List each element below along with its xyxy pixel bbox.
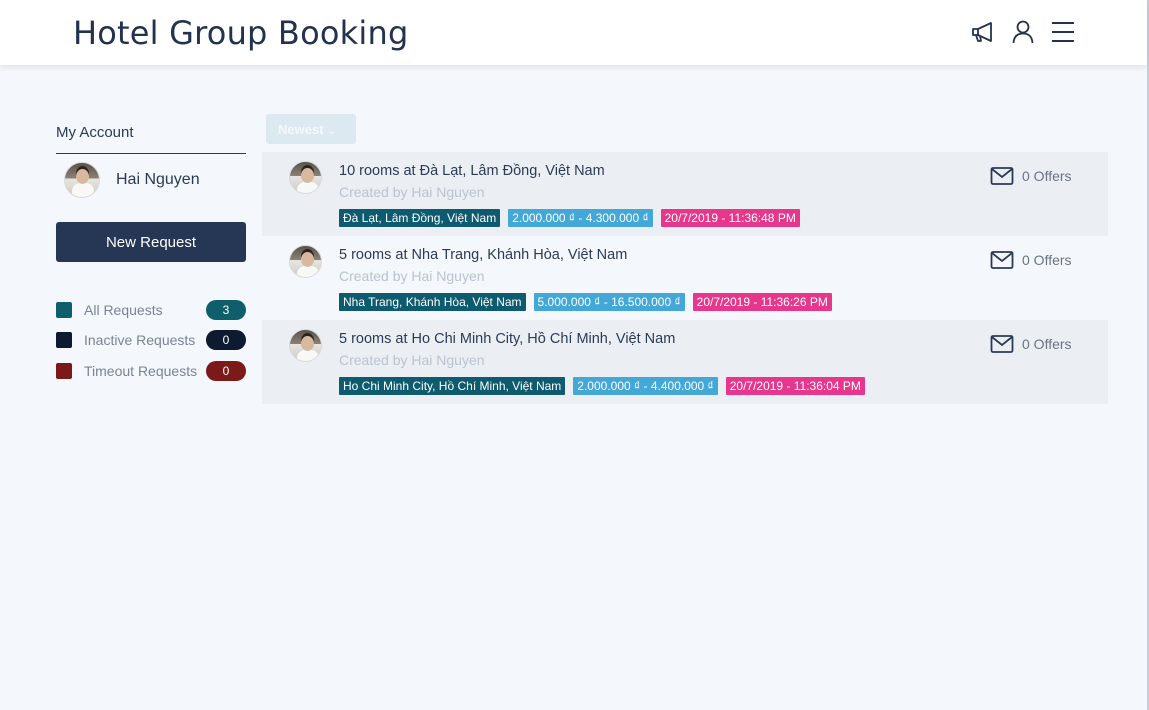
app-title: Hotel Group Booking xyxy=(73,14,409,52)
menu-icon[interactable] xyxy=(1050,19,1076,45)
avatar xyxy=(289,329,322,362)
avatar xyxy=(289,161,322,194)
chevron-down-icon: ⌄ xyxy=(327,125,336,137)
offers-count: 0 Offers xyxy=(1022,336,1072,352)
location-tag: Nha Trang, Khánh Hòa, Việt Nam xyxy=(339,293,526,311)
sort-label: Newest xyxy=(278,121,324,137)
filter-timeout-requests[interactable]: Timeout Requests 0 xyxy=(56,361,246,381)
price-tag: 2.000.000 ₫ - 4.400.000 ₫ xyxy=(573,377,718,395)
status-swatch xyxy=(56,302,72,318)
account-heading: My Account xyxy=(56,124,134,141)
sort-dropdown[interactable]: Newest ⌄ xyxy=(266,114,356,144)
count-badge: 3 xyxy=(206,300,246,320)
price-tag: 5.000.000 ₫ - 16.500.000 ₫ xyxy=(533,293,685,311)
date-tag: 20/7/2019 - 11:36:26 PM xyxy=(692,293,832,311)
avatar xyxy=(289,245,322,278)
request-item[interactable]: 5 rooms at Ho Chi Minh City, Hồ Chí Minh… xyxy=(262,320,1108,404)
request-tags: Nha Trang, Khánh Hòa, Việt Nam 5.000.000… xyxy=(339,293,832,311)
request-title[interactable]: 5 rooms at Nha Trang, Khánh Hòa, Việt Na… xyxy=(339,247,627,263)
offers-count: 0 Offers xyxy=(1022,168,1072,184)
user-name: Hai Nguyen xyxy=(116,171,200,188)
request-tags: Đà Lạt, Lâm Đồng, Việt Nam 2.000.000 ₫ -… xyxy=(339,209,800,227)
avatar xyxy=(64,162,100,198)
mail-icon xyxy=(990,335,1014,353)
request-tags: Ho Chi Minh City, Hồ Chí Minh, Việt Nam … xyxy=(339,377,865,395)
offers-count: 0 Offers xyxy=(1022,252,1072,268)
status-swatch xyxy=(56,363,72,379)
date-tag: 20/7/2019 - 11:36:04 PM xyxy=(725,377,865,395)
count-badge: 0 xyxy=(206,330,246,350)
mail-icon xyxy=(990,167,1014,185)
user-icon[interactable] xyxy=(1010,19,1036,45)
request-creator: Created by Hai Nguyen xyxy=(339,268,485,284)
location-tag: Ho Chi Minh City, Hồ Chí Minh, Việt Nam xyxy=(339,377,566,395)
request-title[interactable]: 5 rooms at Ho Chi Minh City, Hồ Chí Minh… xyxy=(339,331,675,347)
request-item[interactable]: 10 rooms at Đà Lạt, Lâm Đồng, Việt Nam C… xyxy=(262,152,1108,236)
filter-label: Timeout Requests xyxy=(84,363,198,379)
status-swatch xyxy=(56,332,72,348)
filter-label: All Requests xyxy=(84,302,163,318)
request-item[interactable]: 5 rooms at Nha Trang, Khánh Hòa, Việt Na… xyxy=(262,236,1108,320)
request-creator: Created by Hai Nguyen xyxy=(339,184,485,200)
mail-icon xyxy=(990,251,1014,269)
request-title[interactable]: 10 rooms at Đà Lạt, Lâm Đồng, Việt Nam xyxy=(339,163,605,179)
count-badge: 0 xyxy=(206,361,246,381)
filter-label: Inactive Requests xyxy=(84,332,196,348)
date-tag: 20/7/2019 - 11:36:48 PM xyxy=(660,209,800,227)
megaphone-icon[interactable] xyxy=(970,19,996,45)
price-tag: 2.000.000 ₫ - 4.300.000 ₫ xyxy=(508,209,653,227)
new-request-button[interactable]: New Request xyxy=(56,222,246,262)
filter-inactive-requests[interactable]: Inactive Requests 0 xyxy=(56,330,246,350)
top-bar: Hotel Group Booking xyxy=(0,0,1147,65)
filter-all-requests[interactable]: All Requests 3 xyxy=(56,300,246,320)
divider xyxy=(56,153,246,154)
location-tag: Đà Lạt, Lâm Đồng, Việt Nam xyxy=(339,209,501,227)
request-creator: Created by Hai Nguyen xyxy=(339,352,485,368)
